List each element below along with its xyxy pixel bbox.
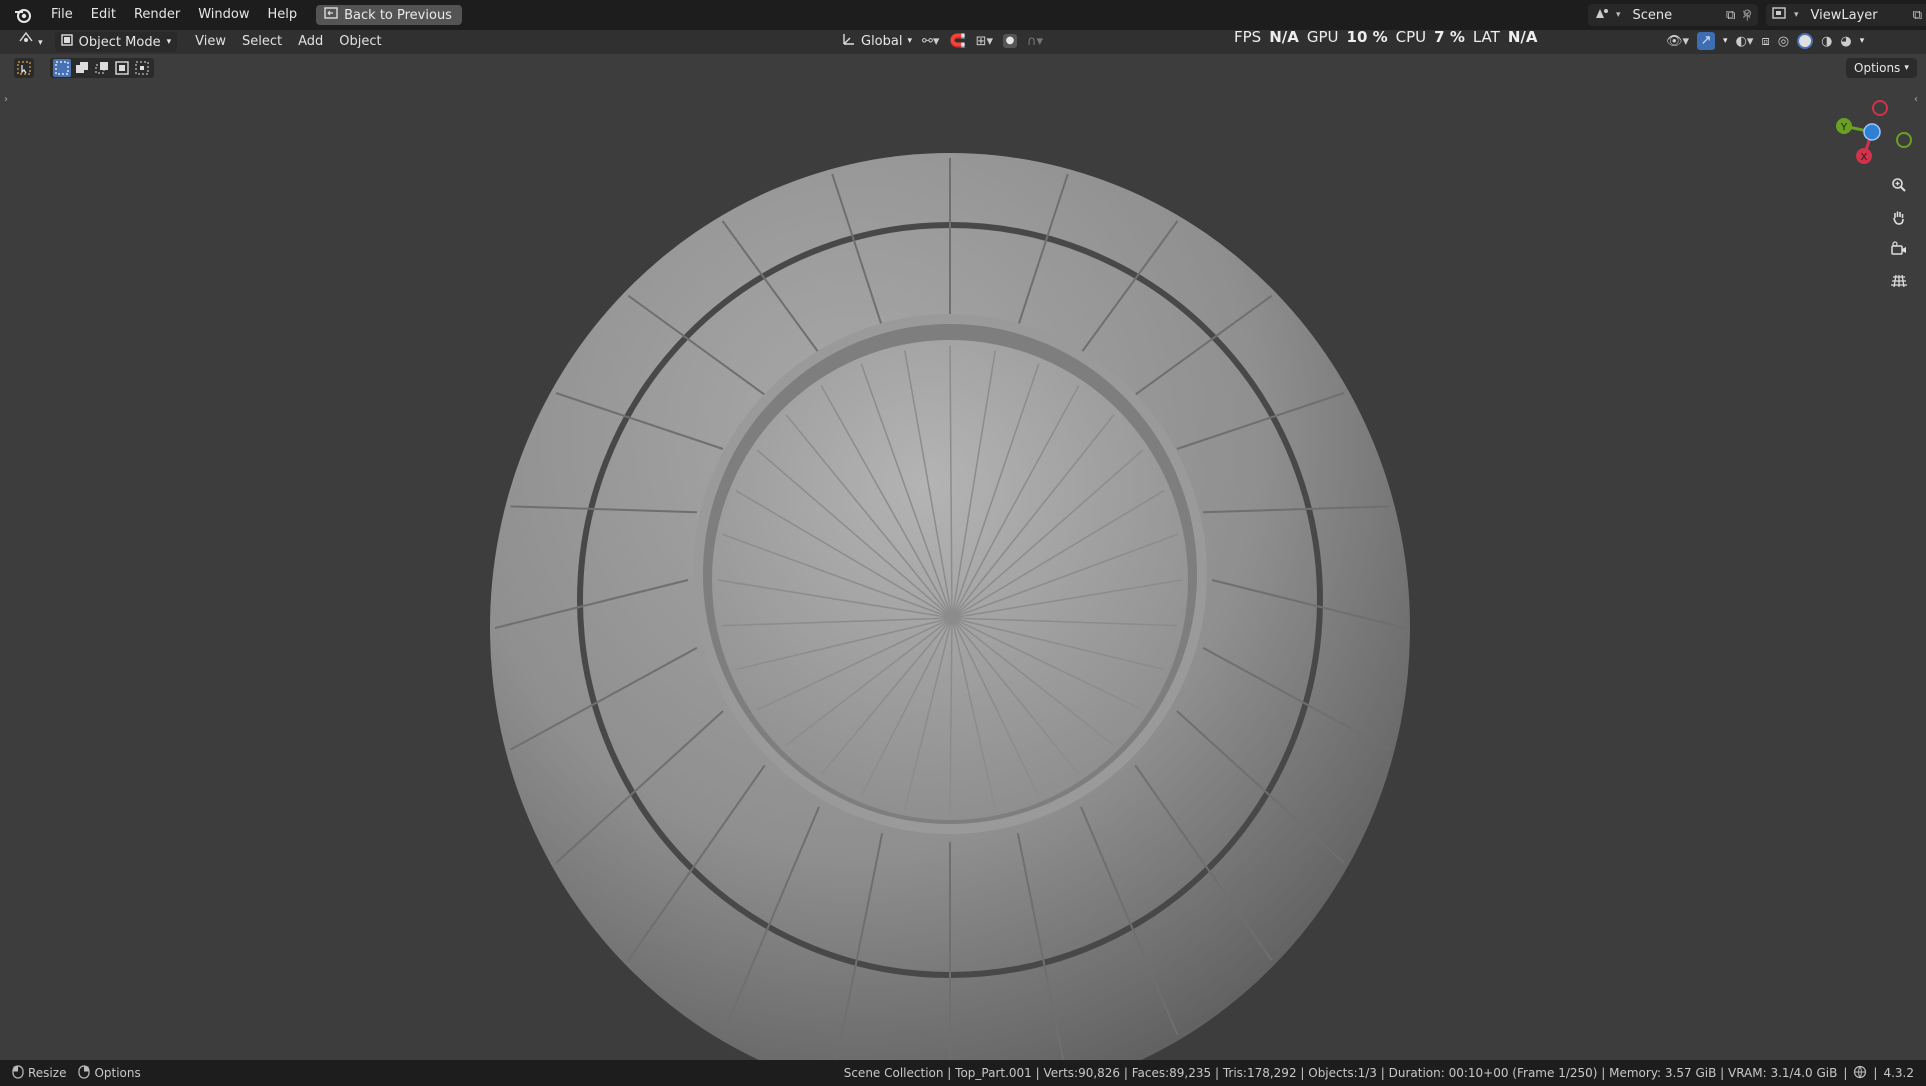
chevron-down-icon: ▾ xyxy=(1794,10,1799,20)
camera-icon[interactable] xyxy=(1888,238,1910,260)
y-axis-label: Y xyxy=(1841,122,1848,133)
visibility-icon[interactable]: 👁▾ xyxy=(1666,34,1689,49)
axis-icon xyxy=(842,32,856,50)
orientation-dropdown[interactable]: Global ▾ xyxy=(842,32,912,50)
cpu-value: 7 % xyxy=(1434,28,1465,46)
gpu-label: GPU xyxy=(1306,28,1339,46)
copy-icon[interactable]: ⧉ xyxy=(1913,8,1922,23)
falloff-icon[interactable]: ∩▾ xyxy=(1027,34,1043,49)
menu-help[interactable]: Help xyxy=(259,0,307,30)
proportional-edit-icon[interactable]: ● xyxy=(1003,34,1018,48)
back-icon xyxy=(324,7,338,23)
navigation-gizmo[interactable]: Y X xyxy=(1826,88,1916,178)
material-shading-icon[interactable]: ◑ xyxy=(1821,34,1832,49)
menu-file[interactable]: File xyxy=(42,0,82,30)
back-to-previous-label: Back to Previous xyxy=(344,7,452,23)
scene-icon xyxy=(1594,6,1610,24)
view-layer-selector[interactable]: ▾ ViewLayer ⧉ xyxy=(1766,4,1926,26)
extend-selection-icon[interactable] xyxy=(73,59,91,77)
performance-stats: FPS N/A GPU 10 % CPU 7 % LAT N/A xyxy=(1234,27,1537,47)
cpu-label: CPU xyxy=(1395,28,1427,46)
menu-add[interactable]: Add xyxy=(290,31,331,53)
object-mode-dropdown[interactable]: Object Mode ▾ xyxy=(54,32,178,52)
chevron-down-icon[interactable]: ▾ xyxy=(1723,36,1728,46)
menu-render[interactable]: Render xyxy=(125,0,189,30)
mouse-left-icon xyxy=(12,1064,24,1082)
status-options-label: Options xyxy=(94,1066,141,1080)
pivot-icon[interactable]: ⚯▾ xyxy=(922,34,939,49)
viewport-render xyxy=(490,153,1410,1060)
scene-statistics: Scene Collection | Top_Part.001 | Verts:… xyxy=(843,1066,1838,1080)
set-selection-icon[interactable] xyxy=(53,59,71,77)
copy-icon: ⧉ xyxy=(1726,7,1736,23)
gpu-value: 10 % xyxy=(1346,28,1388,46)
object-mode-label: Object Mode xyxy=(78,34,161,50)
tool-settings-row xyxy=(14,58,154,78)
mouse-right-icon xyxy=(78,1064,91,1082)
selection-mode-group xyxy=(50,58,154,78)
new-scene-button[interactable]: ⧉ ✕ xyxy=(1726,4,1752,26)
options-label: Options xyxy=(1854,61,1901,75)
viewport-header: ▾ Object Mode ▾ View Select Add Object G… xyxy=(0,30,1926,54)
close-icon[interactable]: ✕ xyxy=(1741,8,1752,23)
fps-value: N/A xyxy=(1269,28,1299,46)
transform-controls: Global ▾ ⚯▾ 🧲 ⊞▾ ● ∩▾ xyxy=(842,32,1043,50)
status-separator: | xyxy=(1873,1066,1878,1080)
menu-window[interactable]: Window xyxy=(189,0,258,30)
menu-view[interactable]: View xyxy=(187,31,234,53)
intersect-selection-icon[interactable] xyxy=(133,59,151,77)
overlay-icon[interactable]: ◐▾ xyxy=(1736,34,1754,49)
navigation-controls xyxy=(1888,174,1910,292)
viewport-shading-controls: 👁▾ ↗ ▾ ◐▾ ⧈ ◎ ◑ ◕ ▾ xyxy=(1666,32,1864,50)
chevron-down-icon: ▾ xyxy=(907,36,913,46)
right-panel-toggle-icon[interactable]: ‹ xyxy=(1914,94,1918,105)
editor-type-button[interactable]: ▾ xyxy=(0,31,49,53)
gizmo-toggle-icon[interactable]: ↗ xyxy=(1697,32,1716,50)
view-layer-icon xyxy=(1772,6,1788,24)
snap-icon[interactable]: 🧲 xyxy=(949,34,965,49)
chevron-down-icon: ▾ xyxy=(1616,10,1621,20)
snap-increment-icon[interactable]: ⊞▾ xyxy=(976,34,993,49)
chevron-down-icon: ▾ xyxy=(166,37,172,47)
status-bar: Resize Options Scene Collection | Top_Pa… xyxy=(0,1060,1926,1086)
blender-logo-icon[interactable] xyxy=(12,4,34,26)
orientation-label: Global xyxy=(861,33,903,49)
select-tool-icon[interactable] xyxy=(14,58,34,78)
object-mode-icon xyxy=(60,34,73,50)
options-dropdown[interactable]: Options ▾ xyxy=(1846,58,1917,78)
chevron-down-icon[interactable]: ▾ xyxy=(1860,36,1865,46)
blender-version: 4.3.2 xyxy=(1883,1066,1914,1080)
fps-label: FPS xyxy=(1234,28,1262,46)
zoom-icon[interactable] xyxy=(1888,174,1910,196)
subtract-selection-icon[interactable] xyxy=(93,59,111,77)
status-separator: | xyxy=(1843,1066,1848,1080)
chevron-down-icon: ▾ xyxy=(1904,63,1909,73)
top-menu-bar: File Edit Render Window Help Back to Pre… xyxy=(0,0,1926,30)
rendered-shading-icon[interactable]: ◕ xyxy=(1840,34,1851,49)
menu-select[interactable]: Select xyxy=(234,31,290,53)
xray-icon[interactable]: ⧈ xyxy=(1761,34,1769,49)
globe-icon xyxy=(1853,1065,1867,1082)
menu-edit[interactable]: Edit xyxy=(82,0,125,30)
grid-icon[interactable] xyxy=(1888,270,1910,292)
scene-name: Scene xyxy=(1632,7,1673,23)
lat-label: LAT xyxy=(1472,28,1500,46)
lat-value: N/A xyxy=(1507,28,1538,46)
menu-object[interactable]: Object xyxy=(331,31,389,53)
lantern-model[interactable] xyxy=(490,153,1410,1060)
solid-shading-icon[interactable] xyxy=(1797,33,1814,49)
left-panel-toggle-icon[interactable]: › xyxy=(4,94,8,105)
hand-icon[interactable] xyxy=(1888,206,1910,228)
view-layer-name: ViewLayer xyxy=(1810,7,1878,23)
3d-viewport[interactable]: Y X › ‹ xyxy=(0,54,1926,1060)
back-to-previous-button[interactable]: Back to Previous xyxy=(316,5,462,25)
invert-selection-icon[interactable] xyxy=(113,59,131,77)
x-axis-label: X xyxy=(1861,152,1868,163)
status-resize-label: Resize xyxy=(28,1066,67,1080)
wireframe-shading-icon[interactable]: ◎ xyxy=(1778,34,1789,49)
